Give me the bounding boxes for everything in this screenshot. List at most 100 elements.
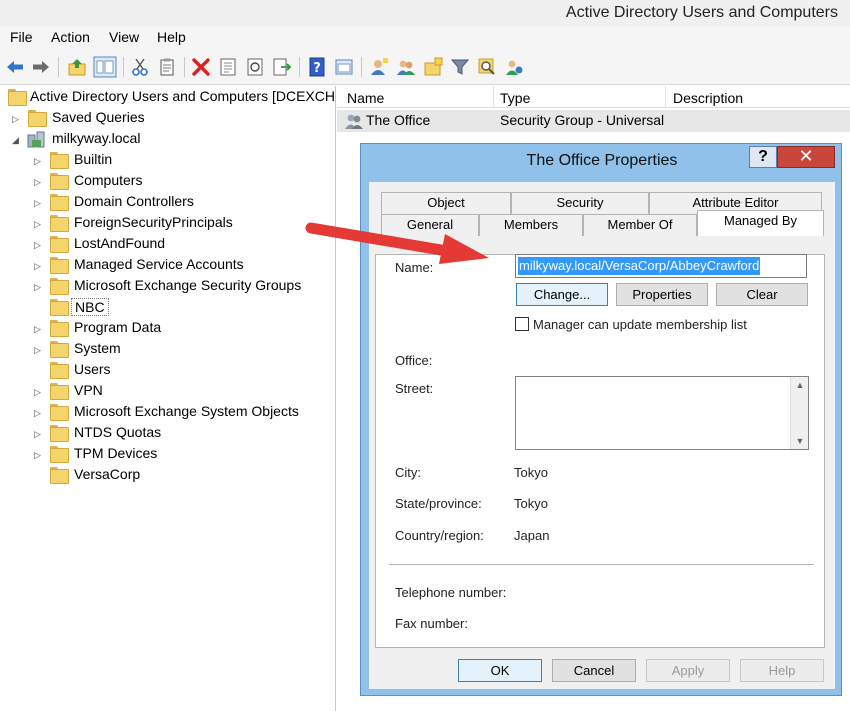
folder-icon bbox=[50, 446, 69, 463]
scroll-up-icon[interactable]: ▲ bbox=[791, 377, 809, 393]
cancel-button[interactable]: Cancel bbox=[552, 659, 636, 682]
expand-arrow-icon[interactable]: ▷ bbox=[34, 281, 44, 293]
console-tree-icon[interactable] bbox=[93, 56, 117, 78]
filter-icon[interactable] bbox=[450, 57, 470, 77]
expand-arrow-icon[interactable]: ▷ bbox=[34, 218, 44, 230]
collapse-arrow-icon[interactable]: ◢ bbox=[12, 134, 22, 146]
apply-button[interactable]: Apply bbox=[646, 659, 730, 682]
menu-help[interactable]: Help bbox=[157, 29, 186, 45]
tree-item-label: milkyway.local bbox=[52, 130, 141, 146]
ou-folder-icon bbox=[50, 467, 69, 484]
expand-arrow-icon[interactable]: ▷ bbox=[34, 323, 44, 335]
street-label: Street: bbox=[395, 381, 434, 396]
clipboard-icon[interactable] bbox=[157, 57, 177, 77]
mmc-icon[interactable] bbox=[334, 57, 354, 77]
tree-item-label: Domain Controllers bbox=[74, 193, 194, 209]
manager-name-value: milkyway.local/VersaCorp/AbbeyCrawford bbox=[518, 257, 761, 275]
clear-button[interactable]: Clear bbox=[716, 283, 808, 306]
ou-folder-icon bbox=[50, 383, 69, 400]
folder-icon bbox=[50, 341, 69, 358]
menu-view[interactable]: View bbox=[109, 29, 139, 45]
state-value: Tokyo bbox=[514, 496, 548, 511]
expand-arrow-icon[interactable]: ▷ bbox=[34, 197, 44, 209]
tab-security[interactable]: Security bbox=[511, 192, 649, 214]
folder-icon bbox=[50, 425, 69, 442]
forward-arrow-icon[interactable] bbox=[31, 57, 51, 77]
country-value: Japan bbox=[514, 528, 550, 543]
export-list-icon[interactable] bbox=[272, 57, 292, 77]
toolbar-separator bbox=[58, 57, 59, 77]
tree-item-label: Saved Queries bbox=[52, 109, 145, 125]
ou-folder-icon bbox=[50, 278, 69, 295]
manager-name-field[interactable]: milkyway.local/VersaCorp/AbbeyCrawford bbox=[515, 254, 807, 278]
tree-item-label: Microsoft Exchange System Objects bbox=[74, 403, 299, 419]
expand-arrow-icon[interactable]: ▷ bbox=[34, 407, 44, 419]
tab-managed-by[interactable]: Managed By bbox=[697, 210, 824, 236]
properties-sheet-icon[interactable] bbox=[218, 57, 238, 77]
state-label: State/province: bbox=[395, 496, 482, 511]
manager-can-update-checkbox[interactable] bbox=[515, 317, 529, 331]
expand-arrow-icon[interactable]: ▷ bbox=[34, 428, 44, 440]
properties-button[interactable]: Properties bbox=[616, 283, 708, 306]
dialog-help-button[interactable]: ? bbox=[749, 146, 777, 168]
tree-item-label: TPM Devices bbox=[74, 445, 158, 461]
column-divider[interactable] bbox=[493, 86, 494, 108]
new-group-icon[interactable] bbox=[396, 57, 416, 77]
help-button[interactable]: Help bbox=[740, 659, 824, 682]
tab-object[interactable]: Object bbox=[381, 192, 511, 214]
new-user-icon[interactable] bbox=[369, 57, 389, 77]
expand-arrow-icon[interactable]: ▷ bbox=[34, 176, 44, 188]
list-item-type: Security Group - Universal bbox=[500, 112, 665, 128]
cut-icon[interactable] bbox=[130, 57, 150, 77]
expand-arrow-icon[interactable]: ▷ bbox=[34, 239, 44, 251]
tree-root-label: Active Directory Users and Computers [DC… bbox=[30, 88, 336, 104]
column-type[interactable]: Type bbox=[500, 90, 530, 106]
menu-file[interactable]: File bbox=[10, 29, 33, 45]
window-title-bar: Active Directory Users and Computers bbox=[0, 0, 850, 27]
column-description[interactable]: Description bbox=[673, 90, 743, 106]
expand-arrow-icon[interactable]: ▷ bbox=[34, 155, 44, 167]
back-arrow-icon[interactable] bbox=[5, 57, 25, 77]
add-to-group-icon[interactable] bbox=[504, 57, 524, 77]
tree-item-label: System bbox=[74, 340, 121, 356]
manager-can-update-label: Manager can update membership list bbox=[533, 317, 747, 332]
toolbar-separator bbox=[361, 57, 362, 77]
expand-arrow-icon[interactable]: ▷ bbox=[34, 344, 44, 356]
column-name[interactable]: Name bbox=[347, 90, 384, 106]
tree-item-label: Program Data bbox=[74, 319, 162, 335]
column-divider[interactable] bbox=[665, 86, 666, 108]
help-icon[interactable]: ? bbox=[307, 57, 327, 77]
tree-item-label: NBC bbox=[71, 298, 109, 316]
folder-icon bbox=[50, 362, 69, 379]
ok-button[interactable]: OK bbox=[458, 659, 542, 682]
expand-arrow-icon[interactable]: ▷ bbox=[12, 113, 22, 125]
scroll-down-icon[interactable]: ▼ bbox=[791, 433, 809, 449]
tree-item-label: Managed Service Accounts bbox=[74, 256, 244, 272]
folder-icon bbox=[50, 257, 69, 274]
up-folder-icon[interactable] bbox=[67, 57, 87, 77]
tree-item-label: Builtin bbox=[74, 151, 113, 167]
menu-action[interactable]: Action bbox=[51, 29, 90, 45]
tree-item-label: VersaCorp bbox=[74, 466, 141, 482]
expand-arrow-icon[interactable]: ▷ bbox=[34, 386, 44, 398]
change-button[interactable]: Change... bbox=[516, 283, 608, 306]
expand-arrow-icon[interactable]: ▷ bbox=[34, 260, 44, 272]
find-icon[interactable] bbox=[477, 57, 497, 77]
toolbar-separator bbox=[123, 57, 124, 77]
tree-item-label: Users bbox=[74, 361, 111, 377]
console-tree: Active Directory Users and Computers [DC… bbox=[0, 86, 336, 711]
new-ou-icon[interactable] bbox=[423, 57, 443, 77]
expand-arrow-icon[interactable]: ▷ bbox=[34, 449, 44, 461]
street-scrollbar[interactable]: ▲ ▼ bbox=[790, 377, 808, 449]
street-textarea[interactable]: ▲ ▼ bbox=[515, 376, 809, 450]
list-item[interactable]: The Office Security Group - Universal bbox=[337, 110, 850, 132]
dialog-close-button[interactable]: ✕ bbox=[777, 146, 835, 168]
tree-item-label: NTDS Quotas bbox=[74, 424, 162, 440]
divider bbox=[389, 564, 814, 565]
refresh-icon[interactable] bbox=[245, 57, 265, 77]
svg-text:?: ? bbox=[313, 61, 321, 76]
tab-member-of[interactable]: Member Of bbox=[583, 214, 697, 236]
folder-icon bbox=[28, 110, 47, 127]
ou-folder-icon bbox=[50, 299, 69, 316]
delete-icon[interactable] bbox=[191, 57, 211, 77]
